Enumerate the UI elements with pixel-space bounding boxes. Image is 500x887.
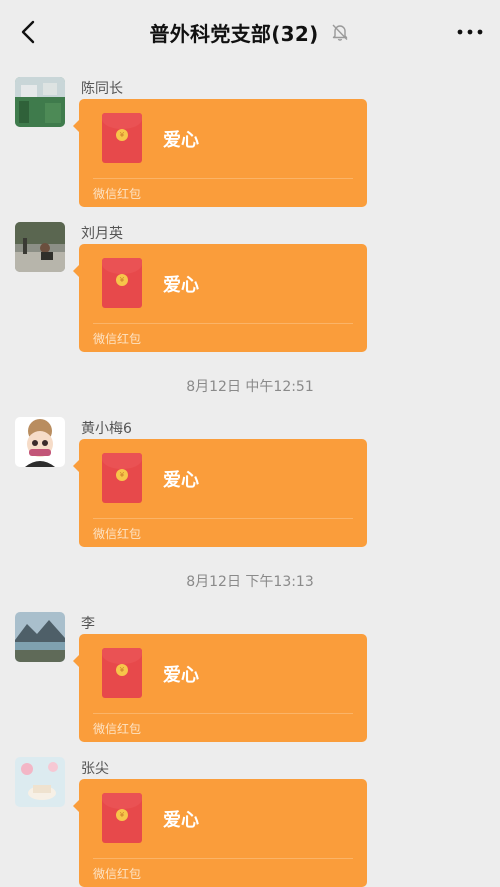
- avatar[interactable]: [15, 417, 65, 467]
- sender-name: 李: [81, 616, 95, 632]
- red-packet-card[interactable]: ¥ 爱心 微信红包: [79, 779, 367, 887]
- title-group: 普外科党支部(32): [149, 18, 350, 47]
- coin-icon: ¥: [116, 809, 128, 821]
- red-envelope-icon: ¥: [102, 648, 142, 698]
- timestamp: 8月12日 中午12:51: [186, 379, 314, 395]
- red-envelope-icon: ¥: [102, 113, 142, 163]
- packet-label: 微信红包: [93, 332, 142, 346]
- packet-label: 微信红包: [93, 527, 142, 541]
- packet-divider: [93, 518, 353, 519]
- packet-title: 爱心: [163, 275, 199, 296]
- packet-label: 微信红包: [93, 187, 142, 201]
- sender-name: 陈同长: [81, 81, 123, 97]
- sender-name: 张尖: [81, 761, 109, 777]
- packet-label: 微信红包: [93, 867, 142, 881]
- coin-icon: ¥: [116, 274, 128, 286]
- coin-icon: ¥: [116, 664, 128, 676]
- timestamp: 8月12日 下午13:13: [186, 574, 314, 590]
- more-button[interactable]: [454, 18, 486, 46]
- packet-label: 微信红包: [93, 722, 142, 736]
- packet-divider: [93, 323, 353, 324]
- bell-off-icon: [331, 22, 351, 42]
- coin-icon: ¥: [116, 129, 128, 141]
- packet-title: 爱心: [163, 470, 199, 491]
- sender-name: 黄小梅6: [81, 421, 132, 437]
- avatar[interactable]: [15, 222, 65, 272]
- chat-header: 普外科党支部(32): [0, 0, 500, 64]
- red-envelope-icon: ¥: [102, 453, 142, 503]
- more-icon: [457, 29, 483, 35]
- red-envelope-icon: ¥: [102, 258, 142, 308]
- red-packet-card[interactable]: ¥ 爱心 微信红包: [79, 439, 367, 547]
- back-button[interactable]: [14, 18, 42, 46]
- chevron-left-icon: [21, 20, 35, 44]
- packet-title: 爱心: [163, 810, 199, 831]
- chat-area[interactable]: 陈同长 ¥ 爱心 微信红包 刘月英 ¥ 爱心 微信红包 8月12日 中午12:5…: [0, 64, 500, 887]
- red-envelope-icon: ¥: [102, 793, 142, 843]
- red-packet-card[interactable]: ¥ 爱心 微信红包: [79, 634, 367, 742]
- packet-divider: [93, 178, 353, 179]
- red-packet-card[interactable]: ¥ 爱心 微信红包: [79, 99, 367, 207]
- avatar[interactable]: [15, 77, 65, 127]
- chat-title: 普外科党支部(32): [149, 21, 319, 46]
- coin-icon: ¥: [116, 469, 128, 481]
- red-packet-card[interactable]: ¥ 爱心 微信红包: [79, 244, 367, 352]
- avatar[interactable]: [15, 612, 65, 662]
- avatar[interactable]: [15, 757, 65, 807]
- packet-title: 爱心: [163, 665, 199, 686]
- sender-name: 刘月英: [81, 226, 123, 242]
- packet-divider: [93, 713, 353, 714]
- packet-title: 爱心: [163, 130, 199, 151]
- packet-divider: [93, 858, 353, 859]
